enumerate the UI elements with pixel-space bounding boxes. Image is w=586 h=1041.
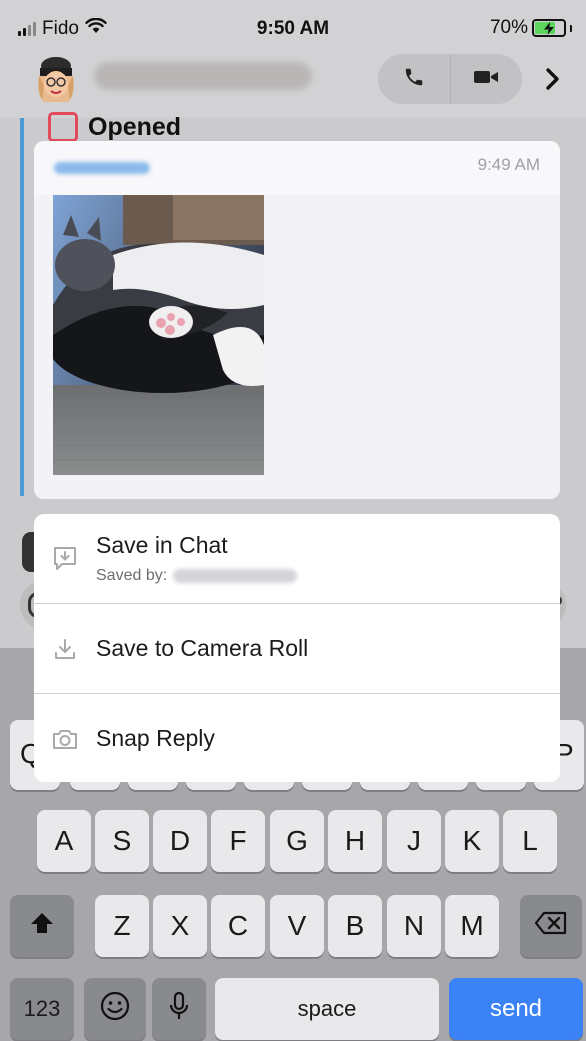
battery-charging-icon	[532, 19, 566, 37]
space-key[interactable]: space	[215, 978, 439, 1040]
key-m[interactable]: M	[445, 895, 499, 957]
key-j[interactable]: J	[387, 810, 441, 872]
opened-status: Opened	[48, 112, 181, 142]
camera-icon	[50, 724, 80, 754]
dictation-key[interactable]	[152, 978, 206, 1040]
key-s[interactable]: S	[95, 810, 149, 872]
shift-key[interactable]	[10, 895, 74, 957]
emoji-icon	[100, 991, 130, 1028]
send-key[interactable]: send	[449, 978, 583, 1040]
snap-time: 9:49 AM	[477, 155, 540, 174]
snap-preview-card[interactable]: 9:49 AM	[34, 141, 560, 499]
save-in-chat-icon	[50, 544, 80, 574]
chat-header	[0, 46, 586, 118]
key-c[interactable]: C	[211, 895, 265, 957]
key-b[interactable]: B	[328, 895, 382, 957]
download-icon	[50, 634, 80, 664]
shift-icon	[29, 910, 55, 942]
menu-item-snap-reply[interactable]: Snap Reply	[34, 694, 560, 782]
snap-header: 9:49 AM	[34, 141, 560, 195]
phone-icon	[403, 66, 425, 93]
chevron-right-icon	[545, 67, 561, 96]
microphone-icon	[169, 991, 189, 1028]
saved-by-label: Saved by:	[96, 567, 168, 584]
battery-cap	[570, 24, 572, 32]
key-a[interactable]: A	[37, 810, 91, 872]
contact-name-redacted	[94, 62, 312, 90]
call-buttons	[378, 54, 522, 104]
key-h[interactable]: H	[328, 810, 382, 872]
key-x[interactable]: X	[153, 895, 207, 957]
video-call-button[interactable]	[451, 54, 523, 104]
saved-by-row: Saved by:	[96, 567, 298, 585]
key-l[interactable]: L	[503, 810, 557, 872]
backspace-icon	[534, 910, 568, 942]
snap-media-area	[34, 195, 560, 499]
menu-item-save-in-chat[interactable]: Save in Chat Saved by:	[34, 514, 560, 604]
key-f[interactable]: F	[211, 810, 265, 872]
battery-percent: 70%	[489, 17, 528, 38]
snap-reply-label: Snap Reply	[96, 725, 215, 751]
key-g[interactable]: G	[270, 810, 324, 872]
chevron-right-button[interactable]	[540, 66, 566, 96]
status-right: 70%	[490, 17, 572, 39]
chat-accent-line	[20, 118, 24, 496]
key-z[interactable]: Z	[95, 895, 149, 957]
opened-snap-icon	[48, 112, 78, 142]
key-n[interactable]: N	[387, 895, 441, 957]
snap-photo[interactable]	[53, 195, 264, 475]
context-menu: Save in Chat Saved by: Save to Camera Ro…	[34, 514, 560, 782]
emoji-key[interactable]	[84, 978, 146, 1040]
key-k[interactable]: K	[445, 810, 499, 872]
key-d[interactable]: D	[153, 810, 207, 872]
menu-item-save-to-camera-roll[interactable]: Save to Camera Roll	[34, 604, 560, 694]
video-camera-icon	[473, 68, 499, 91]
save-to-camera-roll-label: Save to Camera Roll	[96, 635, 309, 661]
key-v[interactable]: V	[270, 895, 324, 957]
bitmoji-avatar[interactable]	[34, 56, 78, 106]
opened-label: Opened	[88, 112, 182, 141]
save-in-chat-label: Save in Chat	[96, 532, 228, 558]
sender-name-redacted	[54, 162, 150, 174]
numbers-key[interactable]: 123	[10, 978, 74, 1040]
phone-call-button[interactable]	[378, 54, 450, 104]
saved-by-name-redacted	[173, 569, 298, 583]
backspace-key[interactable]	[520, 895, 582, 957]
